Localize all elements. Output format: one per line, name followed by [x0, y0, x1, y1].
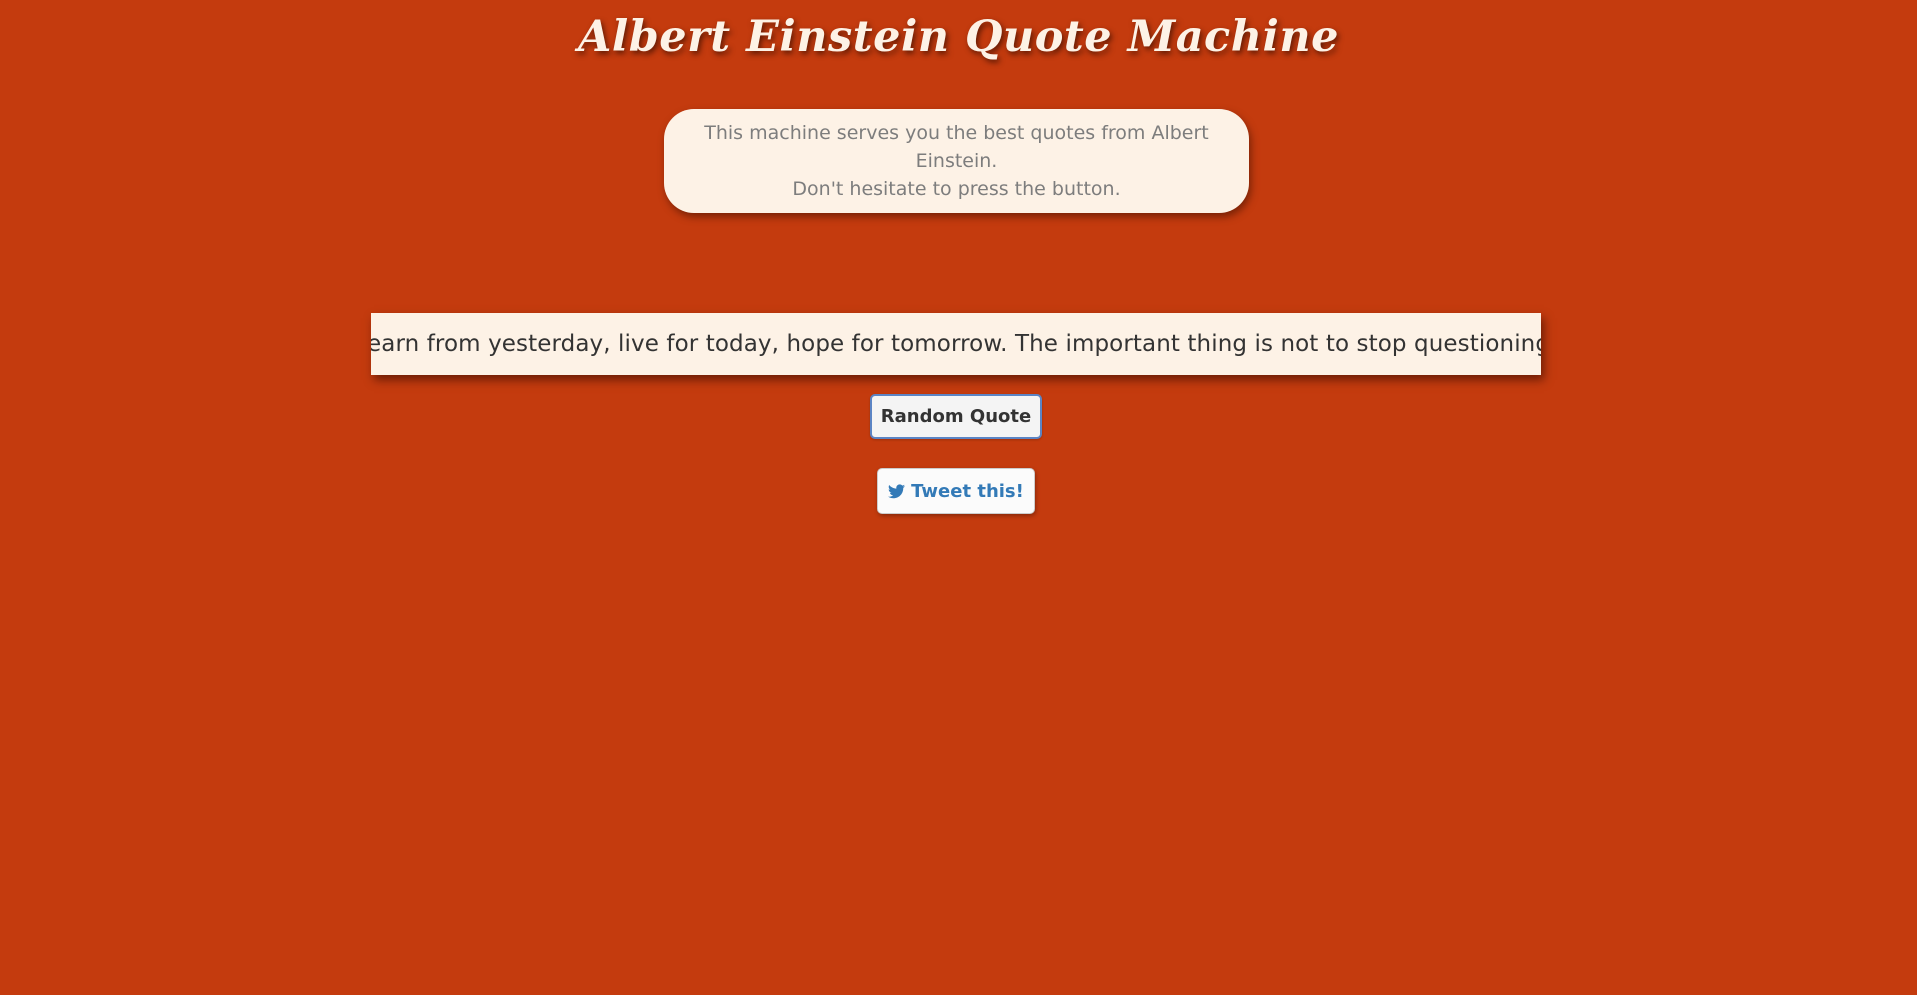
tweet-button[interactable]: Tweet this! — [877, 468, 1035, 514]
intro-text-line-1: This machine serves you the best quotes … — [704, 122, 1209, 172]
tweet-label: Tweet this! — [911, 480, 1024, 502]
page-container: Albert Einstein Quote Machine This machi… — [0, 0, 1917, 995]
quote-text: "Learn from yesterday, live for today, h… — [371, 331, 1541, 357]
intro-text-line-2: Don't hesitate to press the button. — [792, 178, 1121, 200]
random-quote-button[interactable]: Random Quote — [870, 394, 1042, 439]
page-title: Albert Einstein Quote Machine — [578, 12, 1339, 62]
random-quote-label: Random Quote — [880, 406, 1032, 427]
quote-box: "Learn from yesterday, live for today, h… — [371, 313, 1541, 375]
intro-box: This machine serves you the best quotes … — [664, 109, 1249, 213]
twitter-icon — [888, 483, 906, 499]
